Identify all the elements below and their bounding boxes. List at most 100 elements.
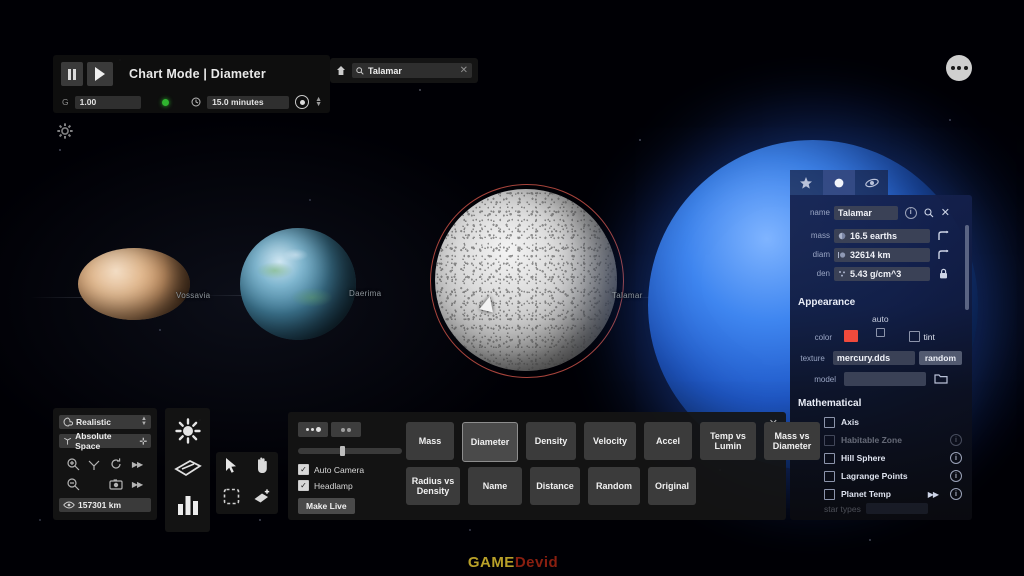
focus-icon[interactable] <box>86 456 102 472</box>
pause-button[interactable] <box>61 62 83 86</box>
density-field[interactable]: 5.43 g/cm^3 <box>834 266 930 281</box>
color-swatch[interactable] <box>844 330 858 342</box>
menu-dot-icon <box>950 66 955 70</box>
zoom-out-icon[interactable] <box>65 476 81 492</box>
space-mode-select[interactable]: Absolute Space ⊹ <box>59 431 151 451</box>
view-panel: Realistic ▲ ▼ Absolute Space ⊹ ▶▶ ▶▶ 157… <box>53 408 157 520</box>
chip-mass[interactable]: Mass <box>406 422 454 460</box>
camera-distance-field[interactable]: 157301 km <box>59 498 151 512</box>
texture-field[interactable]: mercury.dds <box>832 351 915 365</box>
model-field[interactable] <box>844 372 926 386</box>
render-mode-value: Realistic <box>76 417 111 427</box>
menu-dot-icon <box>963 66 968 70</box>
chip-name[interactable]: Name <box>468 467 522 505</box>
camera-icon[interactable] <box>108 476 124 492</box>
density-icon <box>839 270 845 277</box>
info-icon[interactable]: i <box>950 488 962 500</box>
close-icon[interactable]: ✕ <box>460 65 468 76</box>
hill-sphere-checkbox[interactable] <box>824 452 835 464</box>
auto-camera-checkbox[interactable]: ✓ <box>298 464 309 475</box>
tint-checkbox[interactable] <box>908 331 920 342</box>
camera-fast-icon[interactable]: ▶▶ <box>129 476 145 492</box>
axis-label: Axis <box>841 417 859 427</box>
chip-temp-vs-lumin[interactable]: Temp vs Lumin <box>700 422 756 460</box>
rotate-fast-icon[interactable]: ▶▶ <box>129 456 145 472</box>
diameter-value: 32614 km <box>850 249 891 260</box>
search-icon <box>356 66 364 75</box>
info-icon[interactable]: i <box>950 470 962 482</box>
lagrange-points-checkbox[interactable] <box>824 470 835 482</box>
search-input[interactable]: Talamar ✕ <box>352 63 472 78</box>
chip-velocity[interactable]: Velocity <box>584 422 636 460</box>
lock-icon[interactable] <box>937 267 950 280</box>
tab-stars[interactable] <box>790 170 823 195</box>
headlamp-checkbox[interactable]: ✓ <box>298 480 309 491</box>
curve-icon[interactable] <box>937 229 950 242</box>
chip-radius-vs-density[interactable]: Radius vs Density <box>406 467 460 505</box>
sun-icon[interactable] <box>174 418 201 449</box>
mode-title: Chart Mode | Diameter <box>129 67 266 81</box>
chip-distance[interactable]: Distance <box>530 467 580 505</box>
rotate-icon[interactable] <box>108 456 124 472</box>
axes-icon <box>64 437 72 445</box>
texture-random-button[interactable]: random <box>918 351 962 365</box>
record-button[interactable] <box>295 95 310 109</box>
diameter-field[interactable]: 32614 km <box>834 247 930 262</box>
tool-panel <box>165 408 210 532</box>
tab-planets[interactable] <box>822 170 856 195</box>
overflow-menu-button[interactable] <box>946 55 972 81</box>
auto-label: auto <box>872 314 889 324</box>
pan-hand-icon[interactable] <box>254 456 271 479</box>
inspector-panel: name Talamar i ✕ mass 16.5 earths diam 3… <box>790 170 972 520</box>
comet-icon[interactable] <box>173 457 202 484</box>
tab-orbits[interactable] <box>855 170 889 195</box>
planet-daerima[interactable] <box>240 228 356 340</box>
inspector-name-row: name Talamar i ✕ <box>796 205 950 220</box>
expand-icon[interactable]: ▶▶ <box>928 490 939 499</box>
chart-size-slider[interactable] <box>298 446 402 456</box>
slider-handle[interactable] <box>340 446 345 456</box>
chip-accel[interactable]: Accel <box>644 422 692 460</box>
play-button[interactable] <box>87 62 113 86</box>
marquee-select-icon[interactable] <box>223 488 240 510</box>
chart-icon[interactable] <box>175 493 201 522</box>
bars-toggle[interactable] <box>331 422 361 437</box>
planet-vossavia[interactable] <box>78 248 190 320</box>
gear-icon[interactable] <box>56 122 74 140</box>
axis-checkbox[interactable] <box>824 416 835 428</box>
chip-mass-vs-diameter[interactable]: Mass vs Diameter <box>764 422 820 460</box>
planet-temp-checkbox[interactable] <box>824 488 835 500</box>
chevron-updown-icon[interactable]: ▲ ▼ <box>141 416 147 427</box>
add-body-icon[interactable] <box>253 488 272 510</box>
chip-random[interactable]: Random <box>588 467 640 505</box>
inspector-body: name Talamar i ✕ mass 16.5 earths diam 3… <box>790 195 972 520</box>
mathematical-title: Mathematical <box>798 398 862 409</box>
tint-label: tint <box>923 331 935 342</box>
gravity-field[interactable]: 1.00 <box>74 95 141 109</box>
pointer-icon[interactable] <box>224 457 239 479</box>
zoom-in-icon[interactable] <box>65 456 81 472</box>
points-toggle[interactable] <box>298 422 328 437</box>
search-icon[interactable] <box>924 207 934 218</box>
chip-diameter[interactable]: Diameter <box>462 422 518 462</box>
make-live-button[interactable]: Make Live <box>298 498 355 514</box>
star-types-field[interactable] <box>865 503 928 514</box>
folder-icon[interactable] <box>934 373 948 385</box>
timestep-stepper[interactable]: ▲ ▼ <box>315 96 322 108</box>
info-icon[interactable]: i <box>904 206 917 219</box>
chip-original[interactable]: Original <box>648 467 696 505</box>
inspector-scrollbar[interactable] <box>965 225 969 310</box>
render-mode-select[interactable]: Realistic ▲ ▼ <box>59 415 151 429</box>
mass-field[interactable]: 16.5 earths <box>834 228 930 243</box>
model-label: model <box>814 374 836 384</box>
diam-label: diam <box>812 250 830 259</box>
info-icon[interactable]: i <box>950 452 962 464</box>
home-icon[interactable] <box>336 65 346 76</box>
chip-density[interactable]: Density <box>526 422 576 460</box>
close-icon[interactable]: ✕ <box>941 207 950 218</box>
timestep-field[interactable]: 15.0 minutes <box>207 95 290 109</box>
expand-icon[interactable]: ⊹ <box>139 436 147 447</box>
auto-checkbox[interactable] <box>875 328 885 337</box>
curve-icon[interactable] <box>937 248 950 261</box>
name-field[interactable]: Talamar <box>834 205 898 220</box>
